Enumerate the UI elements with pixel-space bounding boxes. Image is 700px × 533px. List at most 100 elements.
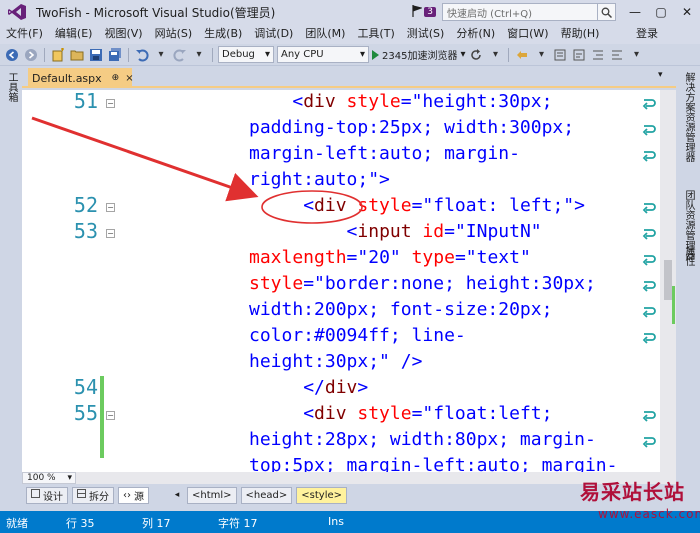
start-debugging-button[interactable]: 2345加速浏览器 ▾ <box>372 47 465 62</box>
menu-debug[interactable]: 调试(D) <box>248 24 299 44</box>
split-view-button[interactable]: 拆分 <box>72 486 114 504</box>
close-button[interactable]: ✕ <box>674 0 700 24</box>
restore-button[interactable]: ▢ <box>648 0 674 24</box>
menu-window[interactable]: 窗口(W) <box>501 24 554 44</box>
annotation-arrow <box>31 116 259 202</box>
status-column: 列 17 <box>142 517 171 530</box>
open-folder-icon[interactable] <box>69 47 85 63</box>
menu-help[interactable]: 帮助(H) <box>555 24 606 44</box>
zoom-value: 100 % <box>27 473 56 483</box>
browser-link-icon[interactable] <box>514 47 530 63</box>
code-editor[interactable]: 51−52−53−54 55− <div style="height:30px; p… <box>22 90 660 472</box>
undo-icon[interactable] <box>134 47 150 63</box>
save-all-icon[interactable] <box>107 47 123 63</box>
toolbar-separator <box>128 47 129 62</box>
chevron-down-icon[interactable]: ▾ <box>153 47 169 63</box>
configuration-select[interactable]: Debug ▾ <box>218 46 274 63</box>
menu-website[interactable]: 网站(S) <box>149 24 199 44</box>
source-label: 源 <box>134 491 144 503</box>
menu-test[interactable]: 测试(S) <box>401 24 451 44</box>
run-target-label: 2345加速浏览器 <box>382 51 458 62</box>
platform-select[interactable]: Any CPU ▾ <box>277 46 369 63</box>
design-icon <box>31 489 40 501</box>
toolbar-separator <box>508 47 510 62</box>
visual-studio-logo-icon <box>6 2 28 22</box>
standard-toolbar: ▾ ▾ Debug ▾ Any CPU ▾ 2345加速浏览器 ▾ ▾ ▾ ▾ <box>0 44 700 66</box>
chevron-down-icon[interactable]: ▾ <box>191 47 207 63</box>
zoom-select[interactable]: 100 % ▾ <box>22 472 76 484</box>
tab-solution-explorer[interactable]: 解决方案资源管理器 <box>681 72 696 162</box>
site-watermark: 易采站长站 www.easck.com <box>578 476 700 526</box>
back-icon[interactable] <box>4 47 20 63</box>
play-icon <box>372 49 379 60</box>
change-marker <box>672 286 675 324</box>
breadcrumb-prev-icon[interactable]: ◂ <box>171 490 183 500</box>
configuration-value: Debug <box>222 49 255 60</box>
tab-label: Default.aspx <box>32 71 102 85</box>
chevron-down-icon: ▾ <box>264 49 270 60</box>
watermark-title: 易采站长站 <box>580 480 685 504</box>
search-icon[interactable] <box>598 3 616 21</box>
comment-icon[interactable] <box>571 47 587 63</box>
breadcrumb-head[interactable]: <head> <box>240 486 293 504</box>
chevron-down-icon[interactable]: ▾ <box>487 47 503 63</box>
title-bar: TwoFish - Microsoft Visual Studio(管理员) 3… <box>0 0 700 24</box>
notification-count-badge: 3 <box>424 7 436 17</box>
chevron-down-icon: ▾ <box>460 49 466 60</box>
breadcrumb-html[interactable]: <html> <box>187 486 237 504</box>
chevron-down-icon[interactable]: ▾ <box>533 47 549 63</box>
toolbar-separator <box>212 47 213 62</box>
quick-launch-input[interactable]: 快速启动 (Ctrl+Q) <box>442 3 598 21</box>
breadcrumb-style[interactable]: <style> <box>296 486 348 504</box>
platform-value: Any CPU <box>281 49 324 60</box>
annotation-circle <box>261 190 363 224</box>
tool-icon[interactable] <box>552 47 568 63</box>
design-view-button[interactable]: 设计 <box>26 486 68 504</box>
status-ready: 就绪 <box>6 517 28 530</box>
menu-analyze[interactable]: 分析(N) <box>450 24 501 44</box>
menu-view[interactable]: 视图(V) <box>98 24 148 44</box>
status-insert-mode: Ins <box>328 515 344 528</box>
vertical-scrollbar[interactable] <box>660 90 676 472</box>
chevron-down-icon: ▾ <box>67 473 72 483</box>
source-code-icon: ‹› <box>123 489 131 501</box>
menu-tools[interactable]: 工具(T) <box>351 24 400 44</box>
menu-team[interactable]: 团队(M) <box>299 24 351 44</box>
toolbox-tab[interactable]: 工具箱 <box>4 72 19 102</box>
toolbar-separator <box>44 47 45 62</box>
login-link[interactable]: 登录 <box>630 24 664 44</box>
watermark-url: www.easck.com <box>598 507 700 521</box>
refresh-icon[interactable] <box>468 47 484 63</box>
menu-build[interactable]: 生成(B) <box>198 24 248 44</box>
tab-properties[interactable]: 属性 <box>681 246 696 266</box>
flag-icon <box>412 4 424 20</box>
toolbar-overflow-icon[interactable]: ▾ <box>628 47 644 63</box>
source-view-button[interactable]: ‹› 源 <box>118 486 149 504</box>
status-row: 行 35 <box>66 517 95 530</box>
forward-icon[interactable] <box>23 47 39 63</box>
menu-bar: 文件(F) 编辑(E) 视图(V) 网站(S) 生成(B) 调试(D) 团队(M… <box>0 24 700 44</box>
pin-icon[interactable]: ⊕ <box>112 73 120 83</box>
scrollbar-thumb[interactable] <box>664 260 672 300</box>
status-char: 字符 17 <box>218 517 258 530</box>
window-title: TwoFish - Microsoft Visual Studio(管理员) <box>36 5 276 20</box>
notifications-button[interactable]: 3 <box>412 4 436 20</box>
menu-edit[interactable]: 编辑(E) <box>49 24 99 44</box>
indent-icon[interactable] <box>590 47 606 63</box>
menu-file[interactable]: 文件(F) <box>0 24 49 44</box>
split-icon <box>77 489 86 501</box>
document-tab-bar: Default.aspx ⊕ × ▾ <box>22 66 676 88</box>
redo-icon[interactable] <box>172 47 188 63</box>
left-tool-strip <box>0 66 22 506</box>
chevron-down-icon[interactable]: ▾ <box>658 70 663 80</box>
split-label: 拆分 <box>89 491 109 503</box>
minimize-button[interactable]: — <box>622 0 648 24</box>
annotation-overlay <box>31 116 363 224</box>
close-icon[interactable]: × <box>125 73 133 84</box>
outdent-icon[interactable] <box>609 47 625 63</box>
save-icon[interactable] <box>88 47 104 63</box>
new-project-icon[interactable] <box>50 47 66 63</box>
tab-default-aspx[interactable]: Default.aspx ⊕ × <box>28 68 134 88</box>
chevron-down-icon: ▾ <box>359 49 365 60</box>
design-label: 设计 <box>43 491 63 503</box>
